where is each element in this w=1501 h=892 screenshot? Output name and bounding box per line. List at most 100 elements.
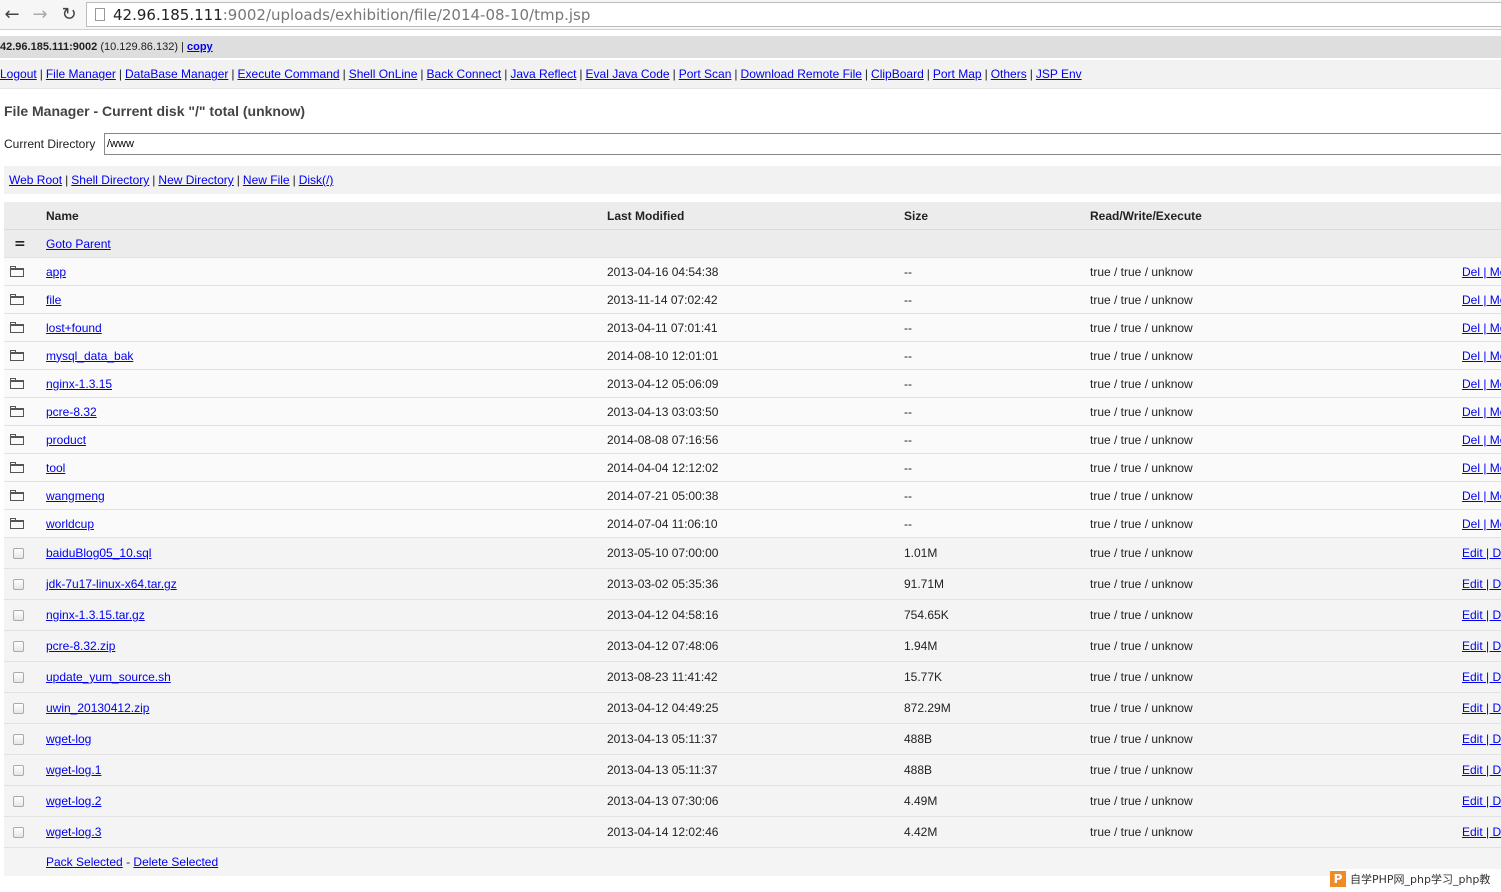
item-actions[interactable]: Edit | D — [1462, 608, 1501, 622]
quick-link-web-root[interactable]: Web Root — [9, 173, 62, 187]
menu-logout[interactable]: Logout — [0, 67, 37, 81]
item-modified: 2014-07-04 11:06:10 — [607, 516, 718, 531]
menu-file-manager[interactable]: File Manager — [46, 67, 116, 81]
item-name-link[interactable]: wget-log.2 — [46, 794, 101, 808]
item-size: -- — [904, 348, 912, 363]
menu-separator: | — [734, 67, 738, 81]
select-checkbox[interactable] — [13, 547, 24, 559]
item-name-link[interactable]: wget-log — [46, 732, 91, 746]
quick-link-disk[interactable]: Disk(/) — [299, 173, 334, 187]
address-bar[interactable]: 42.96.185.111:9002/uploads/exhibition/fi… — [86, 2, 1501, 27]
item-name-link[interactable]: jdk-7u17-linux-x64.tar.gz — [46, 577, 177, 591]
item-actions[interactable]: Edit | D — [1462, 546, 1501, 560]
quick-link-separator: | — [152, 173, 156, 187]
select-checkbox[interactable] — [13, 733, 24, 745]
quick-link-new-directory[interactable]: New Directory — [158, 173, 233, 187]
item-actions[interactable]: Del | Mo — [1462, 405, 1501, 419]
item-name-link[interactable]: pcre-8.32 — [46, 405, 97, 419]
select-checkbox[interactable] — [13, 671, 24, 683]
menu-jsp-env[interactable]: JSP Env — [1036, 67, 1082, 81]
select-checkbox[interactable] — [13, 578, 24, 590]
item-actions[interactable]: Edit | D — [1462, 732, 1501, 746]
menu-separator: | — [1029, 67, 1033, 81]
item-actions[interactable]: Del | Mo — [1462, 321, 1501, 335]
copy-link[interactable]: copy — [187, 41, 213, 53]
menu-shell-online[interactable]: Shell OnLine — [349, 67, 418, 81]
item-actions[interactable]: Del | Mo — [1462, 433, 1501, 447]
header-rwx: Read/Write/Execute — [1090, 208, 1202, 223]
reload-icon[interactable]: ↻ — [58, 3, 80, 25]
menu-download-remote-file[interactable]: Download Remote File — [741, 67, 862, 81]
item-actions[interactable]: Edit | D — [1462, 701, 1501, 715]
item-actions[interactable]: Edit | D — [1462, 825, 1501, 839]
folder-icon — [10, 378, 24, 389]
folder-icon — [10, 518, 24, 529]
table-header: Name Last Modified Size Read/Write/Execu… — [4, 202, 1501, 230]
item-name-link[interactable]: app — [46, 265, 66, 279]
back-arrow-icon[interactable]: ← — [1, 3, 23, 25]
item-actions[interactable]: Del | Mo — [1462, 377, 1501, 391]
pack-selected-link[interactable]: Pack Selected — [46, 855, 123, 869]
quick-link-shell-directory[interactable]: Shell Directory — [71, 173, 149, 187]
item-name-link[interactable]: lost+found — [46, 321, 102, 335]
menu-others[interactable]: Others — [991, 67, 1027, 81]
menu-database-manager[interactable]: DataBase Manager — [125, 67, 228, 81]
item-actions[interactable]: Edit | D — [1462, 794, 1501, 808]
item-name-link[interactable]: wget-log.3 — [46, 825, 101, 839]
select-checkbox[interactable] — [13, 702, 24, 714]
quick-link-new-file[interactable]: New File — [243, 173, 290, 187]
item-actions[interactable]: Edit | D — [1462, 639, 1501, 653]
item-name-link[interactable]: baiduBlog05_10.sql — [46, 546, 151, 560]
select-checkbox[interactable] — [13, 795, 24, 807]
item-actions[interactable]: Del | Mo — [1462, 489, 1501, 503]
item-actions[interactable]: Edit | D — [1462, 763, 1501, 777]
item-name-link[interactable]: pcre-8.32.zip — [46, 639, 115, 653]
quick-link-separator: | — [292, 173, 296, 187]
menu-separator: | — [118, 67, 122, 81]
select-checkbox[interactable] — [13, 609, 24, 621]
current-directory-input[interactable] — [104, 133, 1501, 155]
item-modified: 2013-04-13 05:11:37 — [607, 732, 718, 746]
select-checkbox[interactable] — [13, 640, 24, 652]
item-modified: 2014-08-08 07:16:56 — [607, 432, 719, 447]
select-checkbox[interactable] — [13, 764, 24, 776]
menu-clipboard[interactable]: ClipBoard — [871, 67, 924, 81]
server-host: 42.96.185.111:9002 — [0, 41, 98, 53]
item-name-link[interactable]: update_yum_source.sh — [46, 670, 171, 684]
menu-back-connect[interactable]: Back Connect — [427, 67, 502, 81]
menu-separator: | — [342, 67, 346, 81]
menu-eval-java-code[interactable]: Eval Java Code — [586, 67, 670, 81]
directory-row: app 2013-04-16 04:54:38 -- true / true / un… — [4, 258, 1501, 286]
item-name-link[interactable]: uwin_20130412.zip — [46, 701, 149, 715]
item-name-link[interactable]: nginx-1.3.15 — [46, 377, 112, 391]
goto-parent-link[interactable]: Goto Parent — [46, 237, 111, 251]
item-modified: 2013-04-12 04:49:25 — [607, 701, 719, 715]
select-checkbox[interactable] — [13, 826, 24, 838]
item-name-link[interactable]: product — [46, 433, 86, 447]
item-modified: 2013-04-12 04:58:16 — [607, 608, 719, 622]
item-name-link[interactable]: mysql_data_bak — [46, 349, 133, 363]
menu-java-reflect[interactable]: Java Reflect — [510, 67, 576, 81]
item-name-link[interactable]: worldcup — [46, 517, 94, 531]
item-actions[interactable]: Del | Mo — [1462, 461, 1501, 475]
item-name-link[interactable]: file — [46, 293, 61, 307]
delete-selected-link[interactable]: Delete Selected — [133, 855, 218, 869]
item-actions[interactable]: Del | Mo — [1462, 349, 1501, 363]
item-name-link[interactable]: tool — [46, 461, 65, 475]
directory-row: nginx-1.3.15 2013-04-12 05:06:09 -- true / … — [4, 370, 1501, 398]
browser-toolbar: ← → ↻ 42.96.185.111:9002/uploads/exhibit… — [0, 0, 1501, 30]
item-actions[interactable]: Del | Mo — [1462, 293, 1501, 307]
watermark-text: 自学PHP网_php学习_php教 — [1350, 873, 1491, 886]
menu-port-scan[interactable]: Port Scan — [679, 67, 732, 81]
item-name-link[interactable]: nginx-1.3.15.tar.gz — [46, 608, 145, 622]
item-actions[interactable]: Del | Mo — [1462, 265, 1501, 279]
menu-execute-command[interactable]: Execute Command — [238, 67, 340, 81]
item-actions[interactable]: Edit | D — [1462, 577, 1501, 591]
menu-port-map[interactable]: Port Map — [933, 67, 982, 81]
item-modified: 2013-05-10 07:00:00 — [607, 546, 719, 560]
item-name-link[interactable]: wget-log.1 — [46, 763, 101, 777]
forward-arrow-icon[interactable]: → — [29, 3, 51, 25]
item-actions[interactable]: Edit | D — [1462, 670, 1501, 684]
item-name-link[interactable]: wangmeng — [46, 489, 105, 503]
item-actions[interactable]: Del | Mo — [1462, 517, 1501, 531]
